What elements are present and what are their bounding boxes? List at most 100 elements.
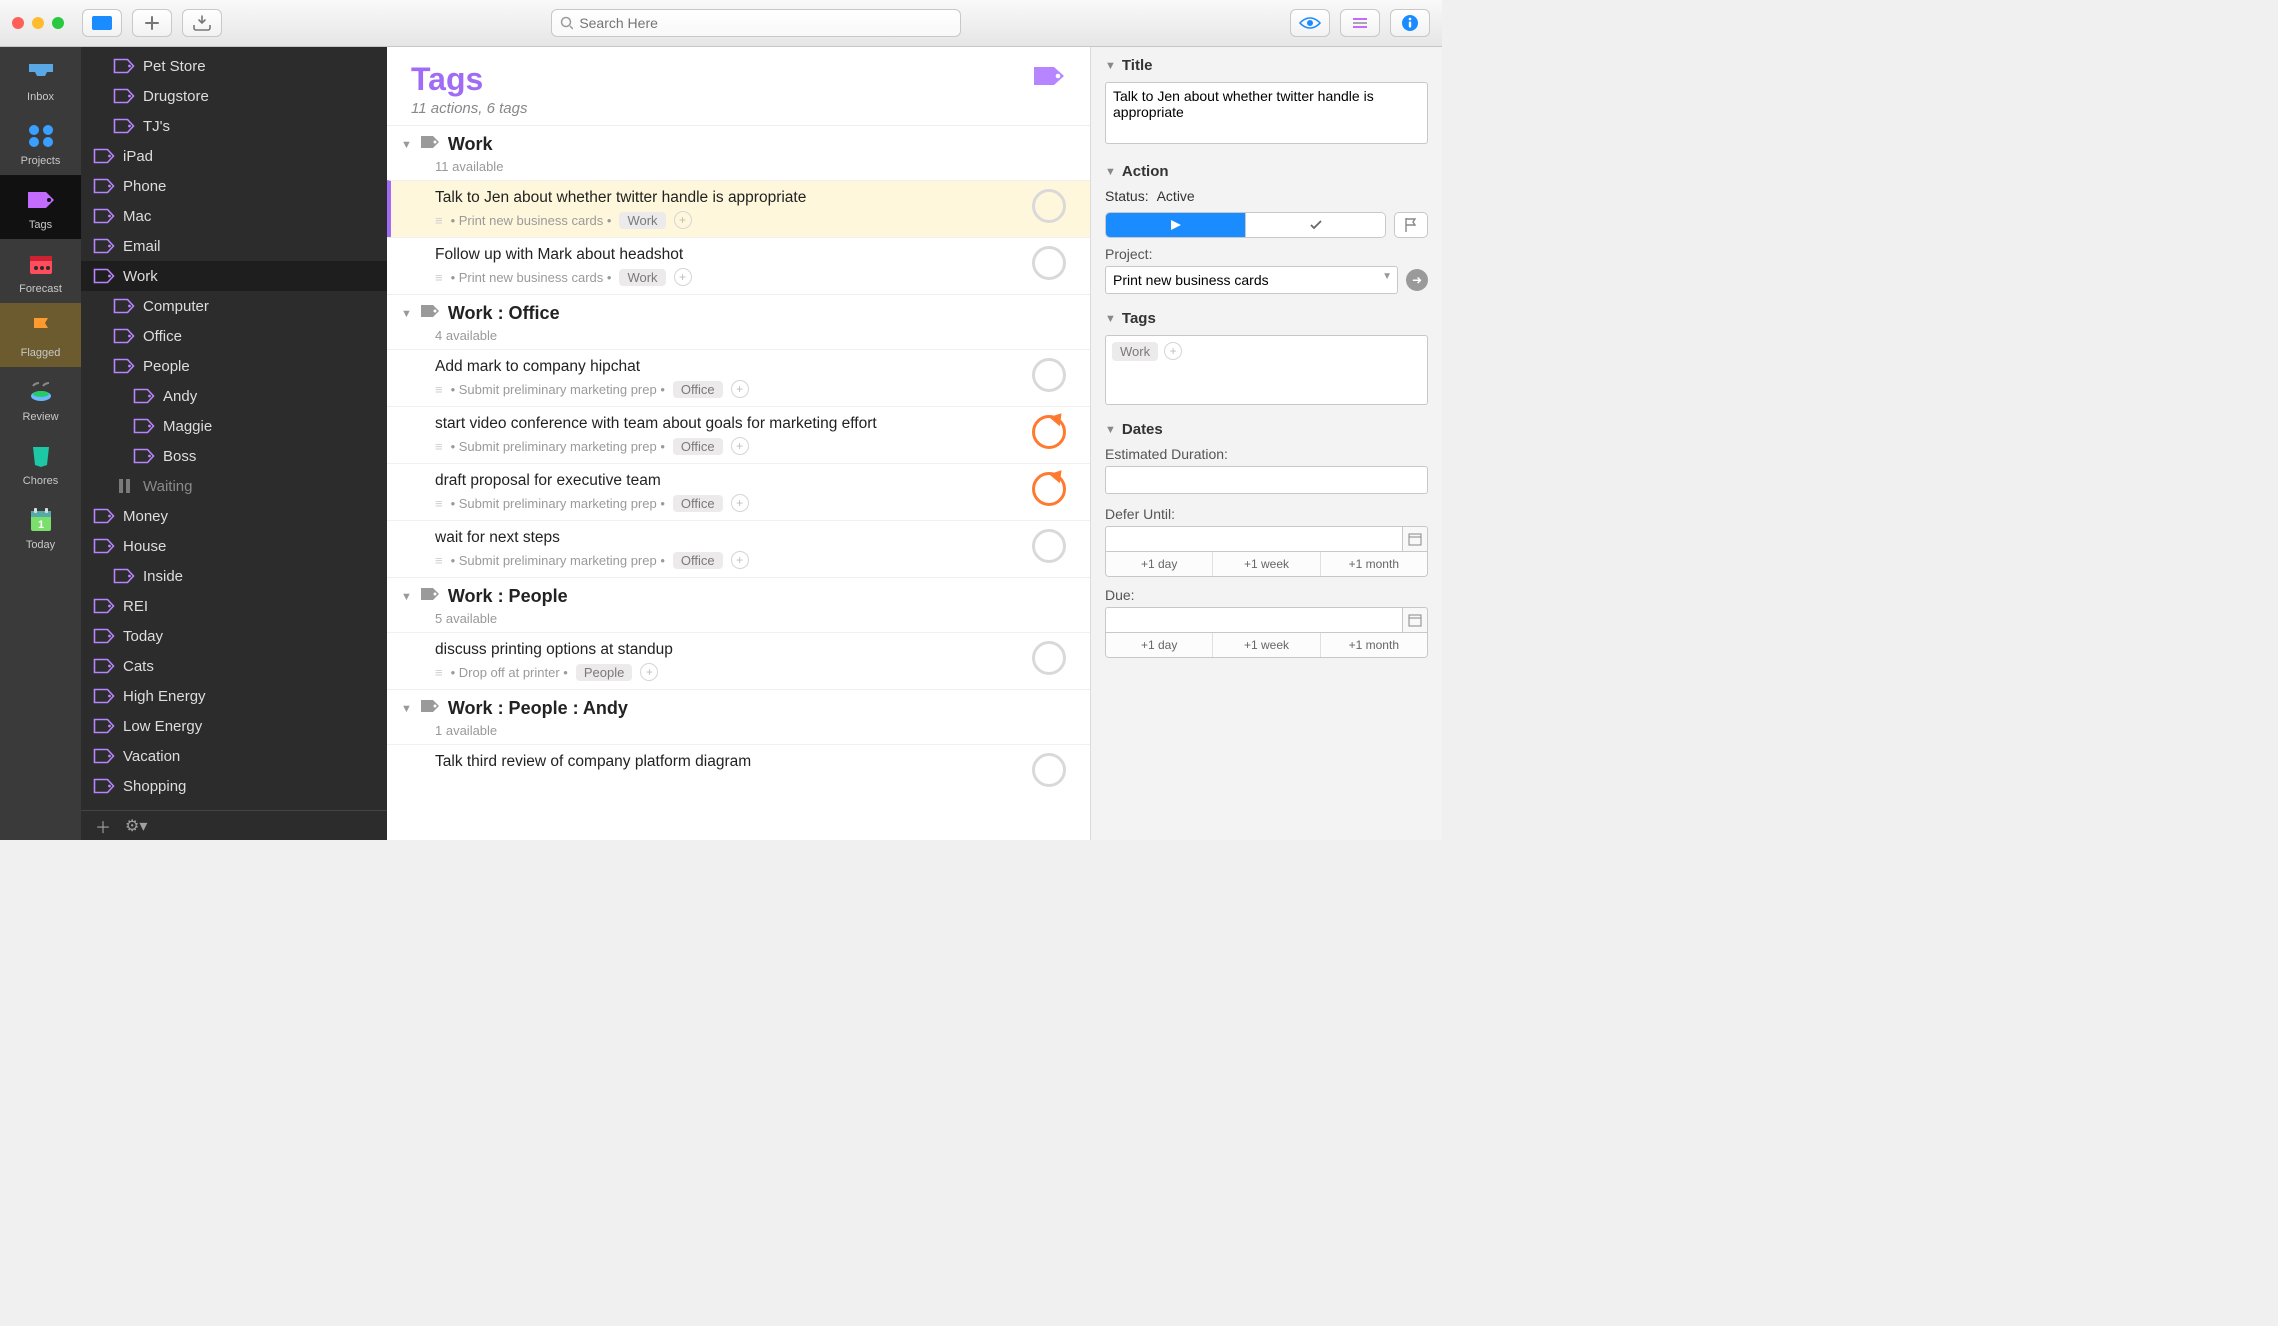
sidebar-tag[interactable]: Waiting — [81, 471, 387, 501]
quick-date-button[interactable]: +1 day — [1106, 552, 1212, 576]
sidebar-tag[interactable]: Computer — [81, 291, 387, 321]
section-header[interactable]: ▼Work : Office — [387, 294, 1090, 330]
task-row[interactable]: Follow up with Mark about headshot≡• Pri… — [387, 237, 1090, 294]
perspective-review[interactable]: Review — [0, 367, 81, 431]
task-status-circle[interactable] — [1032, 753, 1066, 787]
due-calendar-button[interactable] — [1402, 607, 1428, 633]
task-row[interactable]: discuss printing options at standup≡• Dr… — [387, 632, 1090, 689]
sidebar-tag[interactable]: Work — [81, 261, 387, 291]
perspective-tags[interactable]: Tags — [0, 175, 81, 239]
new-item-button[interactable] — [132, 9, 172, 37]
sidebar-tag[interactable]: Shopping — [81, 771, 387, 801]
task-tag-chip[interactable]: Office — [673, 438, 723, 455]
status-active-button[interactable] — [1106, 213, 1245, 237]
sidebar-tag[interactable]: TJ's — [81, 111, 387, 141]
sidebar-tag[interactable]: Email — [81, 231, 387, 261]
inspector-title-field[interactable] — [1105, 82, 1428, 144]
section-header[interactable]: ▼Work — [387, 125, 1090, 161]
quick-date-button[interactable]: +1 day — [1106, 633, 1212, 657]
sidebar-settings-button[interactable]: ⚙︎▾ — [125, 816, 147, 836]
due-field[interactable] — [1105, 607, 1402, 633]
task-tag-chip[interactable]: People — [576, 664, 632, 681]
sidebar-tag[interactable]: Vacation — [81, 741, 387, 771]
sidebar-tag[interactable]: Office — [81, 321, 387, 351]
task-row[interactable]: Add mark to company hipchat≡• Submit pre… — [387, 349, 1090, 406]
perspective-forecast[interactable]: Forecast — [0, 239, 81, 303]
status-segmented-control[interactable] — [1105, 212, 1386, 238]
sidebar-tag[interactable]: Mac — [81, 201, 387, 231]
task-row[interactable]: Talk third review of company platform di… — [387, 744, 1090, 795]
task-tag-chip[interactable]: Office — [673, 552, 723, 569]
list-mode-button[interactable] — [1340, 9, 1380, 37]
task-row[interactable]: wait for next steps≡• Submit preliminary… — [387, 520, 1090, 577]
task-status-circle[interactable] — [1032, 415, 1066, 449]
sidebar-tag[interactable]: Inside — [81, 561, 387, 591]
perspective-projects[interactable]: Projects — [0, 111, 81, 175]
sidebar-tag[interactable]: High Energy — [81, 681, 387, 711]
inspector-action-heading[interactable]: ▼Action — [1105, 163, 1428, 180]
sidebar-tag[interactable]: Cats — [81, 651, 387, 681]
quick-date-button[interactable]: +1 week — [1212, 552, 1319, 576]
inspector-title-heading[interactable]: ▼Title — [1105, 57, 1428, 74]
sidebar-tag[interactable]: REI — [81, 591, 387, 621]
estimated-duration-field[interactable] — [1105, 466, 1428, 494]
sidebar-tag[interactable]: iPad — [81, 141, 387, 171]
drag-handle-icon[interactable]: ≡ — [435, 213, 443, 228]
inspector-dates-heading[interactable]: ▼Dates — [1105, 421, 1428, 438]
drag-handle-icon[interactable]: ≡ — [435, 382, 443, 397]
tag-token[interactable]: Work — [1112, 342, 1158, 361]
task-status-circle[interactable] — [1032, 189, 1066, 223]
quick-date-button[interactable]: +1 month — [1320, 552, 1427, 576]
drag-handle-icon[interactable]: ≡ — [435, 553, 443, 568]
search-field[interactable] — [551, 9, 961, 37]
quick-date-button[interactable]: +1 month — [1320, 633, 1427, 657]
sidebar-tag[interactable]: Boss — [81, 441, 387, 471]
sidebar-tag[interactable]: Money — [81, 501, 387, 531]
add-tag-chip-button[interactable]: + — [674, 268, 692, 286]
toggle-sidebar-button[interactable] — [82, 9, 122, 37]
inspector-tags-heading[interactable]: ▼Tags — [1105, 310, 1428, 327]
task-tag-chip[interactable]: Office — [673, 381, 723, 398]
drag-handle-icon[interactable]: ≡ — [435, 439, 443, 454]
add-tag-chip-button[interactable]: + — [640, 663, 658, 681]
view-options-button[interactable] — [1290, 9, 1330, 37]
sidebar-tag[interactable]: Pet Store — [81, 51, 387, 81]
task-tag-chip[interactable]: Office — [673, 495, 723, 512]
task-row[interactable]: start video conference with team about g… — [387, 406, 1090, 463]
perspective-flagged[interactable]: Flagged — [0, 303, 81, 367]
task-status-circle[interactable] — [1032, 529, 1066, 563]
section-header[interactable]: ▼Work : People — [387, 577, 1090, 613]
defer-calendar-button[interactable] — [1402, 526, 1428, 552]
window-minimize-button[interactable] — [32, 17, 44, 29]
inspector-toggle-button[interactable] — [1390, 9, 1430, 37]
section-header[interactable]: ▼Work : People : Andy — [387, 689, 1090, 725]
sidebar-tag[interactable]: Low Energy — [81, 711, 387, 741]
task-tag-chip[interactable]: Work — [619, 269, 665, 286]
task-status-circle[interactable] — [1032, 358, 1066, 392]
add-tag-chip-button[interactable]: + — [674, 211, 692, 229]
drag-handle-icon[interactable]: ≡ — [435, 496, 443, 511]
window-zoom-button[interactable] — [52, 17, 64, 29]
sidebar-tag[interactable]: Maggie — [81, 411, 387, 441]
sidebar-tag[interactable]: Phone — [81, 171, 387, 201]
task-tag-chip[interactable]: Work — [619, 212, 665, 229]
sidebar-tag[interactable]: People — [81, 351, 387, 381]
add-tag-chip-button[interactable]: + — [731, 437, 749, 455]
add-tag-chip-button[interactable]: + — [731, 551, 749, 569]
window-close-button[interactable] — [12, 17, 24, 29]
add-tag-chip-button[interactable]: + — [731, 380, 749, 398]
drag-handle-icon[interactable]: ≡ — [435, 665, 443, 680]
task-row[interactable]: draft proposal for executive team≡• Subm… — [387, 463, 1090, 520]
flag-toggle[interactable] — [1394, 212, 1428, 238]
defer-until-field[interactable] — [1105, 526, 1402, 552]
perspective-today[interactable]: 1Today — [0, 495, 81, 559]
add-tag-token-button[interactable]: + — [1164, 342, 1182, 360]
add-tag-button[interactable]: ＋ — [95, 814, 111, 838]
goto-project-button[interactable]: ➜ — [1406, 269, 1428, 291]
task-status-circle[interactable] — [1032, 472, 1066, 506]
task-status-circle[interactable] — [1032, 641, 1066, 675]
perspective-chores[interactable]: Chores — [0, 431, 81, 495]
sidebar-tag[interactable]: House — [81, 531, 387, 561]
add-tag-chip-button[interactable]: + — [731, 494, 749, 512]
task-status-circle[interactable] — [1032, 246, 1066, 280]
